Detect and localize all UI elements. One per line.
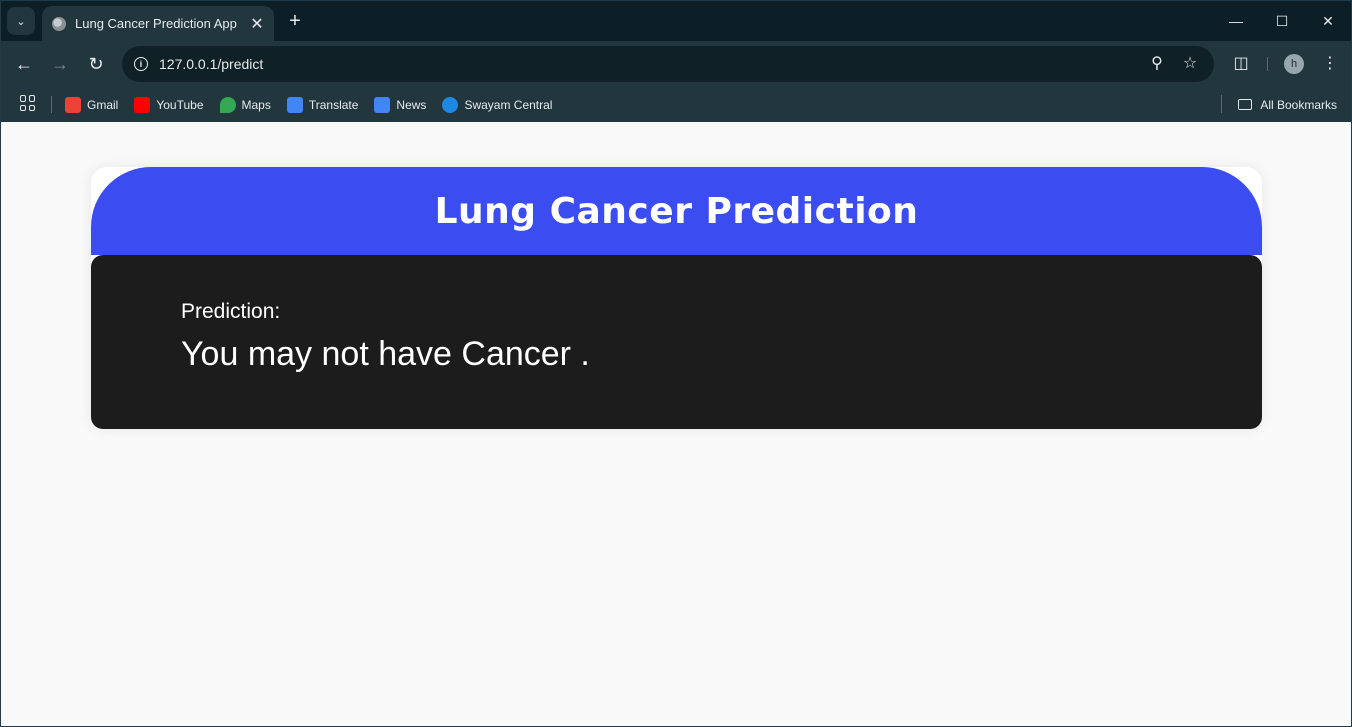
globe-icon: [52, 16, 66, 31]
bookmark-news[interactable]: News: [374, 96, 427, 113]
bookmarks-divider: [51, 96, 52, 113]
tab-search-button[interactable]: ⌄: [7, 7, 35, 35]
bookmark-swayam-central[interactable]: Swayam Central: [442, 96, 553, 113]
browser-toolbar: ← → ↻ i 127.0.0.1/predict ⚲ ☆ ◫ h ⋮: [1, 41, 1351, 87]
zoom-icon[interactable]: ⚲: [1146, 53, 1168, 75]
bookmark-label: Translate: [308, 97, 359, 112]
card-header: Lung Cancer Prediction: [91, 167, 1262, 255]
browser-window: ⌄ Lung Cancer Prediction App ✕ + — ☐ ✕ ←…: [0, 0, 1352, 727]
avatar[interactable]: h: [1284, 54, 1304, 74]
bookmark-translate[interactable]: Translate: [286, 96, 359, 113]
close-icon[interactable]: ✕: [246, 14, 268, 34]
youtube-icon: [134, 96, 151, 113]
window-controls: — ☐ ✕: [1213, 1, 1351, 41]
star-icon[interactable]: ☆: [1179, 53, 1201, 75]
news-icon: [374, 96, 391, 113]
tab-strip: ⌄ Lung Cancer Prediction App ✕ + — ☐ ✕: [1, 1, 1351, 41]
site-info-icon[interactable]: i: [130, 53, 152, 75]
bookmark-label: Gmail: [87, 97, 119, 112]
close-window-button[interactable]: ✕: [1305, 1, 1351, 41]
prediction-card: Lung Cancer Prediction Prediction: You m…: [91, 167, 1262, 429]
apps-grid-icon[interactable]: [20, 95, 36, 111]
folder-icon: [1238, 99, 1253, 110]
prediction-label: Prediction:: [181, 300, 281, 323]
bookmark-gmail[interactable]: Gmail: [65, 96, 119, 113]
extensions-icon[interactable]: ◫: [1227, 50, 1255, 78]
all-bookmarks-label: All Bookmarks: [1260, 97, 1337, 112]
bookmark-label: Swayam Central: [464, 97, 553, 112]
translate-icon: [286, 96, 303, 113]
address-bar[interactable]: i 127.0.0.1/predict ⚲ ☆: [122, 46, 1214, 82]
prediction-result: You may not have Cancer .: [181, 335, 590, 373]
bookmark-label: News: [396, 97, 427, 112]
tab-title: Lung Cancer Prediction App: [75, 16, 237, 31]
page-title: Lung Cancer Prediction: [434, 190, 919, 232]
reload-button[interactable]: ↻: [82, 50, 110, 78]
back-button[interactable]: ←: [10, 50, 38, 78]
bookmarks-bar: Gmail YouTube Maps Translate News Swayam…: [1, 87, 1351, 122]
bookmark-list: Gmail YouTube Maps Translate News Swayam…: [65, 87, 568, 122]
bookmark-label: YouTube: [156, 97, 204, 112]
swayam-icon: [442, 96, 459, 113]
tab-active[interactable]: Lung Cancer Prediction App ✕: [42, 6, 274, 41]
more-menu-icon[interactable]: ⋮: [1316, 50, 1344, 78]
bookmarks-divider: [1221, 95, 1222, 113]
minimize-button[interactable]: —: [1213, 1, 1259, 41]
forward-button[interactable]: →: [46, 50, 74, 78]
result-box: Prediction: You may not have Cancer .: [91, 255, 1262, 429]
bookmark-label: Maps: [241, 97, 271, 112]
toolbar-divider: [1267, 57, 1268, 71]
gmail-icon: [65, 96, 81, 113]
bookmark-youtube[interactable]: YouTube: [134, 96, 204, 113]
url-text[interactable]: 127.0.0.1/predict: [159, 56, 263, 72]
maximize-button[interactable]: ☐: [1259, 1, 1305, 41]
chevron-down-icon: ⌄: [16, 15, 26, 28]
new-tab-button[interactable]: +: [284, 9, 306, 33]
page-viewport: Lung Cancer Prediction Prediction: You m…: [1, 122, 1351, 726]
bookmark-maps[interactable]: Maps: [219, 96, 271, 113]
all-bookmarks-button[interactable]: All Bookmarks: [1238, 87, 1337, 122]
maps-icon: [219, 96, 236, 113]
